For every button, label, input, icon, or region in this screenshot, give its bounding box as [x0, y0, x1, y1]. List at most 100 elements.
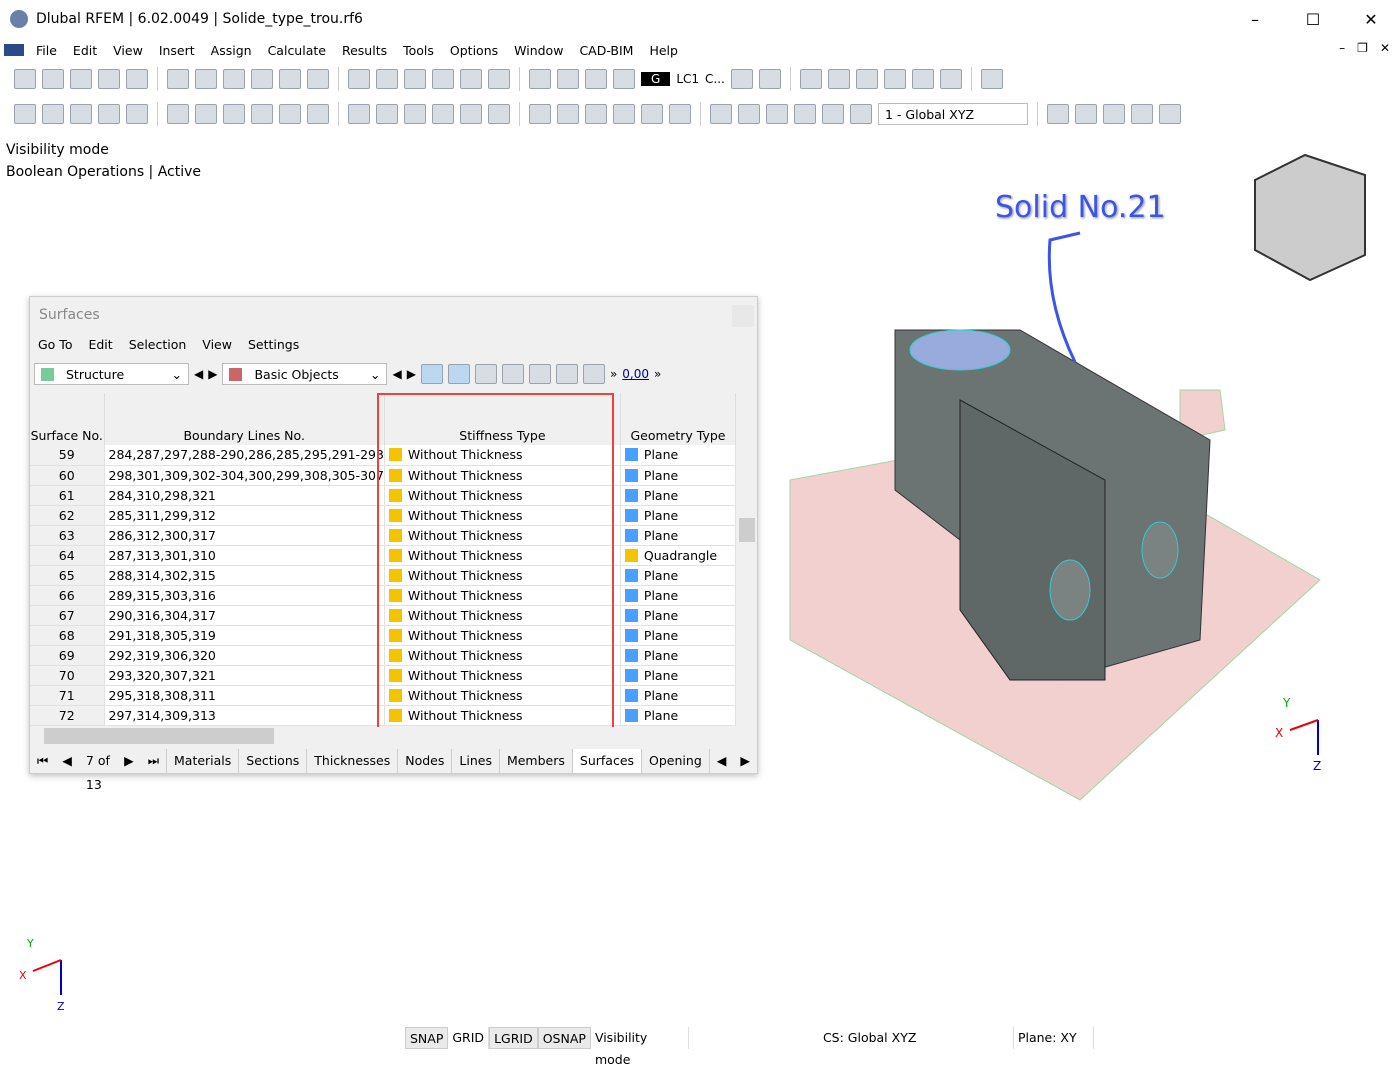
geometry-cell[interactable]: Plane — [620, 685, 737, 706]
table-row[interactable]: 61 284,310,298,321 Without Thickness Plane — [30, 485, 737, 506]
surface-no-cell[interactable]: 65 — [30, 565, 105, 586]
toolbar-button-icon[interactable] — [827, 69, 850, 89]
toolbar-button-icon[interactable] — [758, 69, 781, 89]
toolbar-button-icon[interactable] — [167, 104, 189, 124]
geometry-cell[interactable]: Plane — [620, 705, 737, 726]
panel-menu-item[interactable]: View — [194, 337, 240, 352]
surface-no-cell[interactable]: 59 — [30, 445, 105, 466]
panel-menu-item[interactable]: Go To — [30, 337, 80, 352]
geometry-cell[interactable]: Plane — [620, 505, 737, 526]
toolbar-button-icon[interactable] — [855, 69, 878, 89]
toolbar-button-icon[interactable] — [557, 69, 579, 89]
panel-menu-item[interactable]: Settings — [240, 337, 307, 352]
toolbar-button-icon[interactable] — [279, 69, 301, 89]
toolbar-button-icon[interactable] — [98, 104, 120, 124]
boundary-lines-cell[interactable]: 286,312,300,317 — [104, 525, 385, 546]
table-icon[interactable] — [582, 364, 605, 384]
load-case-label[interactable]: LC1 — [676, 72, 699, 86]
vertical-scrollbar[interactable] — [737, 393, 755, 723]
maximize-button[interactable]: ☐ — [1284, 0, 1342, 38]
toolbar-button-icon[interactable] — [460, 104, 482, 124]
geometry-cell[interactable]: Plane — [620, 605, 737, 626]
minimize-button[interactable]: – — [1226, 0, 1284, 38]
tab-nodes[interactable]: Nodes — [398, 748, 453, 773]
stiffness-cell[interactable]: Without Thickness — [384, 585, 621, 606]
toolbar-button-icon[interactable] — [1159, 104, 1181, 124]
structure-combo[interactable]: Structure ⌄ — [34, 363, 189, 385]
tabs-scroll-right[interactable]: ▶ — [733, 749, 757, 773]
toolbar-button-icon[interactable] — [557, 104, 579, 124]
surface-no-cell[interactable]: 62 — [30, 505, 105, 526]
geometry-cell[interactable]: Plane — [620, 565, 737, 586]
boundary-lines-cell[interactable]: 295,318,308,311 — [104, 685, 385, 706]
stiffness-cell[interactable]: Without Thickness — [384, 605, 621, 626]
menu-window[interactable]: Window — [506, 43, 571, 58]
toolbar-button-icon[interactable] — [488, 69, 510, 89]
table-icon[interactable] — [528, 364, 551, 384]
boundary-lines-cell[interactable]: 289,315,303,316 — [104, 585, 385, 606]
toolbar-button-icon[interactable] — [404, 104, 426, 124]
toolbar-button-icon[interactable] — [348, 69, 370, 89]
col-boundary-lines[interactable]: Boundary Lines No. — [104, 393, 385, 445]
menu-help[interactable]: Help — [641, 43, 686, 58]
panel-close-button[interactable] — [732, 305, 754, 327]
toolbar-button-icon[interactable] — [1131, 104, 1153, 124]
col-surface-no[interactable]: Surface No. — [30, 393, 105, 445]
toolbar-button-icon[interactable] — [850, 104, 872, 124]
mdi-minimize[interactable]: – — [1339, 41, 1345, 55]
surface-no-cell[interactable]: 66 — [30, 585, 105, 606]
toolbar-button-icon[interactable] — [794, 104, 816, 124]
surface-no-cell[interactable]: 61 — [30, 485, 105, 506]
surface-no-cell[interactable]: 68 — [30, 625, 105, 646]
toolbar-button-icon[interactable] — [1103, 104, 1125, 124]
stiffness-cell[interactable]: Without Thickness — [384, 705, 621, 726]
tab-surfaces[interactable]: Surfaces — [572, 748, 643, 773]
stiffness-cell[interactable]: Without Thickness — [384, 485, 621, 506]
table-row[interactable]: 65 288,314,302,315 Without Thickness Plane — [30, 565, 737, 586]
geometry-cell[interactable]: Quadrangle — [620, 545, 737, 566]
geometry-cell[interactable]: Plane — [620, 525, 737, 546]
boundary-lines-cell[interactable]: 293,320,307,321 — [104, 665, 385, 686]
boundary-lines-cell[interactable]: 284,287,297,288-290,286,285,295,291-293 — [104, 445, 385, 466]
tab-members[interactable]: Members — [500, 748, 573, 773]
boundary-lines-cell[interactable]: 297,314,309,313 — [104, 705, 385, 726]
table-row[interactable]: 59 284,287,297,288-290,286,285,295,291-29… — [30, 445, 737, 466]
panel-menu-item[interactable]: Selection — [121, 337, 195, 352]
snap-toggle[interactable]: SNAP — [405, 1026, 449, 1049]
stiffness-cell[interactable]: Without Thickness — [384, 645, 621, 666]
boundary-lines-cell[interactable]: 285,311,299,312 — [104, 505, 385, 526]
geometry-cell[interactable]: Plane — [620, 465, 737, 486]
select-icon[interactable] — [420, 364, 443, 384]
surface-no-cell[interactable]: 63 — [30, 525, 105, 546]
boundary-lines-cell[interactable]: 290,316,304,317 — [104, 605, 385, 626]
toolbar-button-icon[interactable] — [376, 69, 398, 89]
toolbar-button-icon[interactable] — [195, 69, 217, 89]
stiffness-cell[interactable]: Without Thickness — [384, 525, 621, 546]
boundary-lines-cell[interactable]: 288,314,302,315 — [104, 565, 385, 586]
toolbar-button-icon[interactable] — [669, 104, 691, 124]
toolbar-button-icon[interactable] — [251, 69, 273, 89]
surface-no-cell[interactable]: 71 — [30, 685, 105, 706]
load-case-g[interactable]: G — [641, 72, 671, 86]
col-stiffness-type[interactable]: Stiffness Type — [384, 393, 621, 445]
toolbar-button-icon[interactable] — [939, 69, 962, 89]
horizontal-scrollbar[interactable] — [30, 727, 736, 745]
toolbar-button-icon[interactable] — [710, 104, 732, 124]
next-button[interactable]: ▶ — [208, 367, 217, 381]
surface-no-cell[interactable]: 69 — [30, 645, 105, 666]
boundary-lines-cell[interactable]: 287,313,301,310 — [104, 545, 385, 566]
close-button[interactable]: ✕ — [1342, 0, 1400, 38]
toolbar-button-icon[interactable] — [883, 69, 906, 89]
surface-no-cell[interactable]: 67 — [30, 605, 105, 626]
toolbar-button-icon[interactable] — [1047, 104, 1069, 124]
toolbar-button-icon[interactable] — [799, 69, 822, 89]
toolbar-button-icon[interactable] — [126, 69, 148, 89]
boundary-lines-cell[interactable]: 292,319,306,320 — [104, 645, 385, 666]
toolbar-button-icon[interactable] — [980, 69, 1003, 89]
surface-no-cell[interactable]: 72 — [30, 705, 105, 726]
geometry-cell[interactable]: Plane — [620, 445, 737, 466]
stiffness-cell[interactable]: Without Thickness — [384, 545, 621, 566]
menu-view[interactable]: View — [105, 43, 151, 58]
table-row[interactable]: 62 285,311,299,312 Without Thickness Plane — [30, 505, 737, 526]
tab-materials[interactable]: Materials — [167, 748, 240, 773]
